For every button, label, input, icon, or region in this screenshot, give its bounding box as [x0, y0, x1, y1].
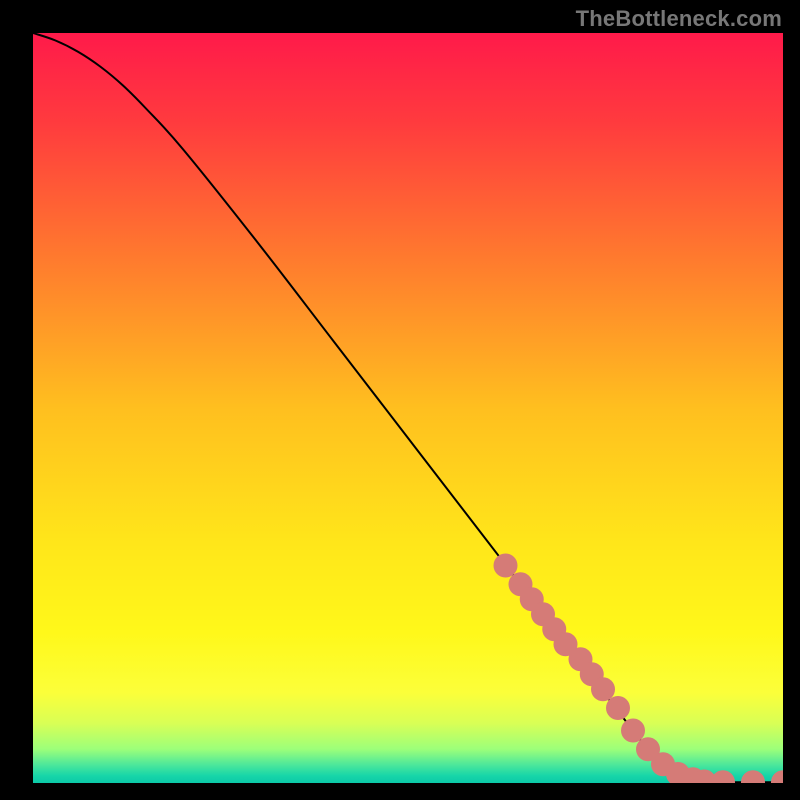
plot-area	[33, 33, 783, 783]
chart-frame: TheBottleneck.com	[0, 0, 800, 800]
attribution-label: TheBottleneck.com	[576, 6, 782, 32]
marker-dot	[606, 696, 630, 720]
chart-svg	[33, 33, 783, 783]
marker-dot	[494, 554, 518, 578]
marker-dot	[621, 719, 645, 743]
gradient-background	[33, 33, 783, 783]
marker-dot	[591, 677, 615, 701]
